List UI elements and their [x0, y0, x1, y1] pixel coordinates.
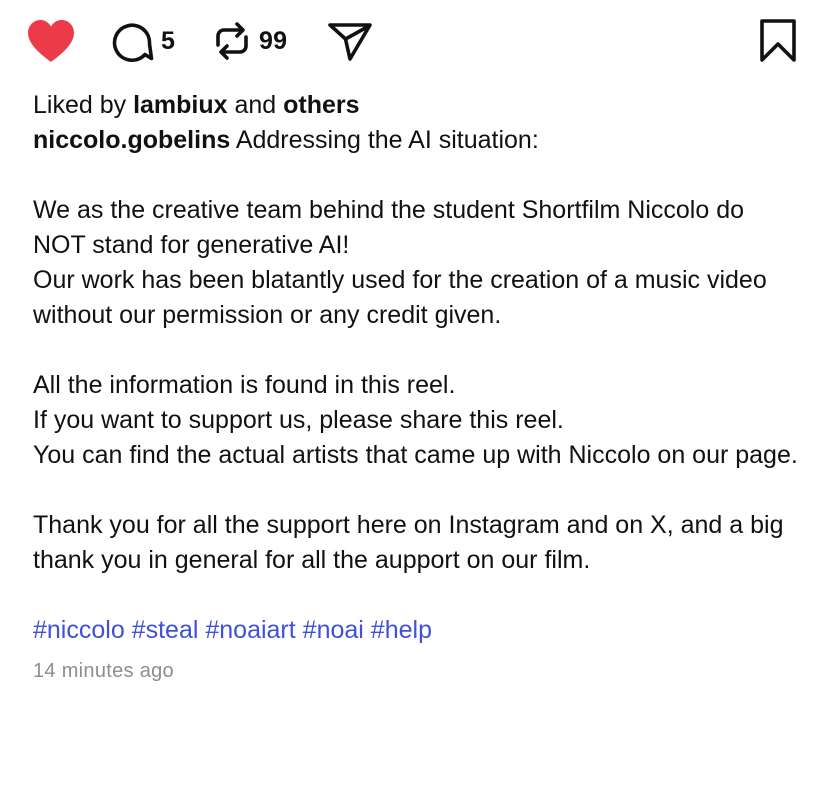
hashtag-list: #niccolo #steal #noaiart #noai #help	[33, 613, 803, 648]
caption-first-line: niccolo.gobelins Addressing the AI situa…	[33, 123, 803, 158]
caption-paragraph: If you want to support us, please share …	[33, 406, 564, 434]
save-button[interactable]	[758, 18, 798, 64]
caption-paragraph: You can find the actual artists that cam…	[33, 441, 798, 469]
like-button[interactable]	[26, 18, 76, 64]
post-action-bar: 5 99	[26, 18, 802, 64]
comment-count: 5	[161, 26, 176, 55]
comment-button[interactable]: 5	[110, 18, 175, 64]
bookmark-icon	[760, 19, 796, 62]
caption-paragraph: All the information is found in this ree…	[33, 371, 456, 399]
hashtag-link[interactable]: #noai	[303, 616, 364, 644]
comment-bubble-icon	[112, 23, 154, 63]
liked-by-user-link[interactable]: lambiux	[133, 91, 227, 119]
post-timestamp: 14 minutes ago	[33, 660, 174, 682]
liked-by-prefix: Liked by	[33, 91, 134, 119]
caption-paragraph: Thank you for all the support here on In…	[33, 511, 784, 574]
hashtag-link[interactable]: #noaiart	[205, 616, 295, 644]
repost-count: 99	[259, 26, 288, 55]
paper-plane-icon	[328, 23, 372, 61]
hashtag-link[interactable]: #niccolo	[33, 616, 125, 644]
caption-paragraph: Our work has been blatantly used for the…	[33, 266, 767, 329]
author-username[interactable]: niccolo.gobelins	[33, 126, 230, 154]
caption-paragraph: We as the creative team behind the stude…	[33, 196, 745, 259]
repost-button[interactable]: 99	[212, 18, 287, 64]
share-button[interactable]	[326, 18, 374, 64]
caption-headline: Addressing the AI situation:	[230, 126, 539, 154]
hashtag-link[interactable]: #steal	[132, 616, 199, 644]
post-caption: Liked by lambiux and others niccolo.gobe…	[33, 88, 803, 689]
liked-by-others-link[interactable]: others	[283, 91, 359, 119]
heart-filled-icon	[28, 20, 74, 62]
repost-arrows-icon	[216, 22, 248, 60]
hashtag-link[interactable]: #help	[371, 616, 432, 644]
liked-by-line: Liked by lambiux and others	[33, 88, 803, 123]
liked-by-connector: and	[227, 91, 284, 119]
